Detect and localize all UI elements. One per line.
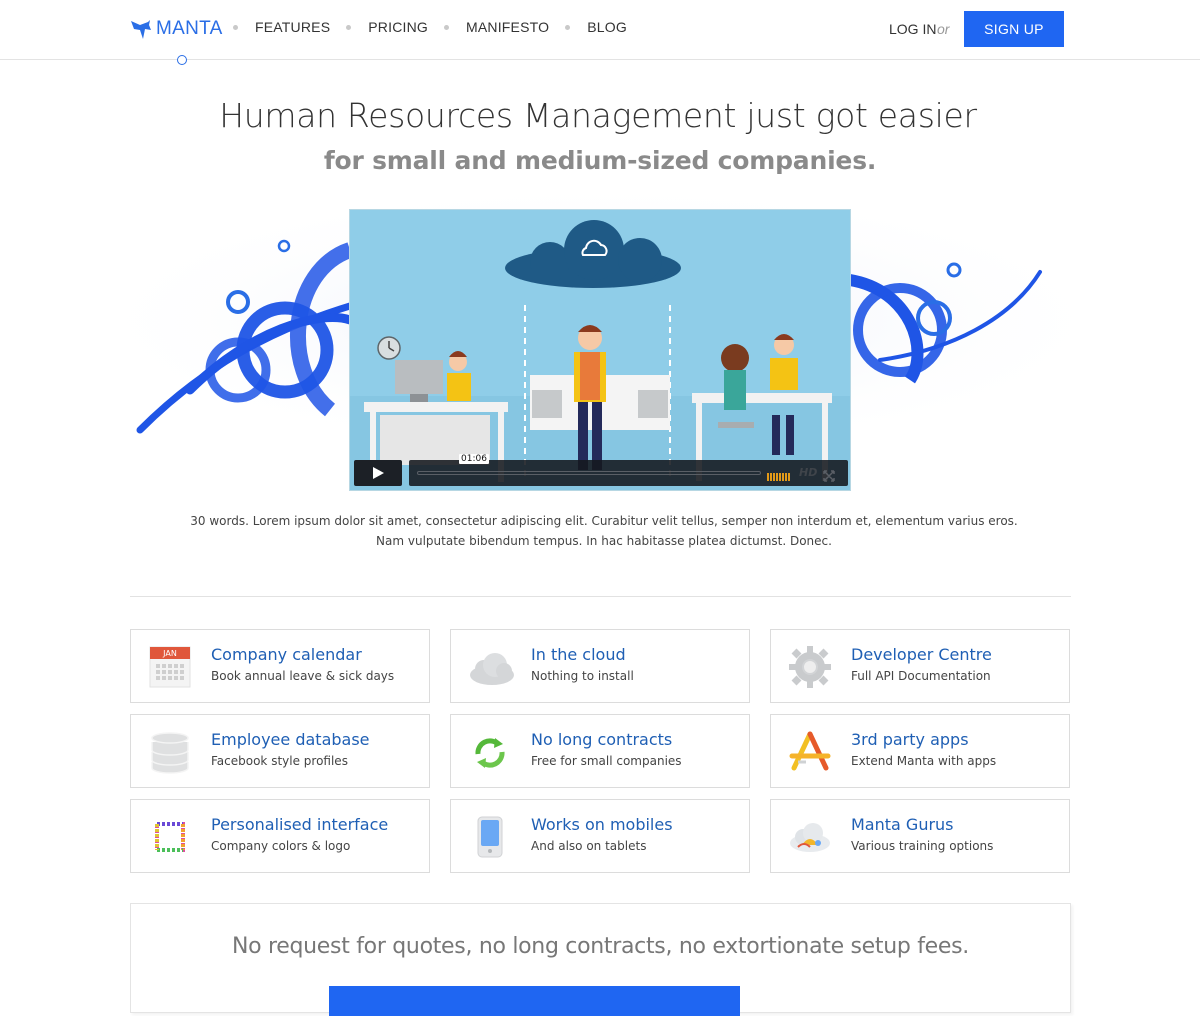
feature-card-no-long-contracts[interactable]: No long contracts Free for small compani… bbox=[450, 714, 750, 788]
feature-description: Company colors & logo bbox=[211, 839, 351, 853]
feature-card-manta-gurus[interactable]: Manta Gurus Various training options bbox=[770, 799, 1070, 873]
refresh-arrows-icon bbox=[468, 730, 512, 774]
calendar-icon: JAN bbox=[148, 645, 192, 689]
fullscreen-icon[interactable] bbox=[823, 467, 835, 486]
feature-title: Company calendar bbox=[211, 645, 362, 664]
calendar-icon-month: JAN bbox=[162, 649, 177, 658]
nav-separator bbox=[233, 24, 238, 30]
feature-title: Developer Centre bbox=[851, 645, 992, 664]
pricing-cta-button[interactable] bbox=[329, 986, 740, 1016]
hero-description-line-1: 30 words. Lorem ipsum dolor sit amet, co… bbox=[190, 514, 1018, 528]
feature-card-3rd-party-apps[interactable]: 3rd party apps Extend Manta with apps bbox=[770, 714, 1070, 788]
feature-description: Facebook style profiles bbox=[211, 754, 348, 768]
database-icon bbox=[148, 730, 192, 774]
feature-description: Free for small companies bbox=[531, 754, 682, 768]
video-controls: 01:06 HD bbox=[354, 454, 848, 486]
mobile-phone-icon bbox=[468, 815, 512, 859]
nav-item-features[interactable]: FEATURES bbox=[255, 19, 330, 35]
feature-description: And also on tablets bbox=[531, 839, 647, 853]
feature-card-employee-database[interactable]: Employee database Facebook style profile… bbox=[130, 714, 430, 788]
play-button[interactable] bbox=[354, 460, 402, 486]
app-store-icon bbox=[788, 730, 832, 774]
intro-video-player[interactable]: 01:06 HD bbox=[349, 209, 851, 491]
feature-description: Nothing to install bbox=[531, 669, 634, 683]
nav-separator bbox=[346, 24, 352, 30]
nav-item-manifesto[interactable]: MANIFESTO bbox=[466, 19, 549, 35]
hero-description-line-2: Nam vulputate bibendum tempus. In hac ha… bbox=[376, 534, 832, 548]
hero-description: 30 words. Lorem ipsum dolor sit amet, co… bbox=[0, 511, 1200, 551]
nav-item-blog[interactable]: BLOG bbox=[587, 19, 627, 35]
feature-title: Employee database bbox=[211, 730, 370, 749]
top-navigation-bar: MANTA FEATURES PRICING MANIFESTO BLOG LO… bbox=[0, 0, 1200, 60]
feature-title: Personalised interface bbox=[211, 815, 389, 834]
nav-separator bbox=[565, 24, 571, 30]
active-indicator-ring bbox=[177, 55, 187, 65]
manta-ray-icon bbox=[130, 18, 152, 40]
feature-description: Various training options bbox=[851, 839, 994, 853]
feature-description: Full API Documentation bbox=[851, 669, 991, 683]
signup-button[interactable]: SIGN UP bbox=[964, 11, 1064, 47]
brand-name: MANTA bbox=[156, 18, 223, 39]
brand-logo[interactable]: MANTA bbox=[130, 16, 223, 42]
feature-title: No long contracts bbox=[531, 730, 673, 749]
hero-subtitle: for small and medium-sized companies. bbox=[323, 146, 877, 175]
feature-description: Extend Manta with apps bbox=[851, 754, 997, 768]
feature-title: In the cloud bbox=[531, 645, 626, 664]
video-progress-bar: 01:06 HD bbox=[409, 454, 848, 486]
volume-icon[interactable] bbox=[767, 467, 793, 486]
feature-card-developer-centre[interactable]: Developer Centre Full API Documentation bbox=[770, 629, 1070, 703]
feature-card-company-calendar[interactable]: JAN Company calendar Book annual leave &… bbox=[130, 629, 430, 703]
feature-title: 3rd party apps bbox=[851, 730, 969, 749]
seek-track[interactable] bbox=[417, 471, 761, 475]
gear-icon bbox=[788, 645, 832, 689]
cloud-icon bbox=[468, 645, 514, 689]
or-separator: or bbox=[937, 21, 950, 37]
video-thumbnail bbox=[350, 210, 850, 490]
palette-frame-icon bbox=[148, 815, 192, 859]
feature-title: Manta Gurus bbox=[851, 815, 954, 834]
feature-description: Book annual leave & sick days bbox=[211, 669, 395, 683]
feature-title: Works on mobiles bbox=[531, 815, 673, 834]
pricing-callout: No request for quotes, no long contracts… bbox=[130, 903, 1071, 1016]
feature-card-personalised-interface[interactable]: Personalised interface Company colors & … bbox=[130, 799, 430, 873]
nav-item-pricing[interactable]: PRICING bbox=[368, 19, 428, 35]
training-cloud-icon bbox=[788, 815, 832, 859]
feature-card-in-the-cloud[interactable]: In the cloud Nothing to install bbox=[450, 629, 750, 703]
nav-separator bbox=[444, 24, 449, 30]
current-time: 01:06 bbox=[459, 454, 489, 464]
login-link[interactable]: LOG IN bbox=[889, 21, 936, 37]
hd-toggle[interactable]: HD bbox=[799, 466, 817, 479]
hero-title: Human Resources Management just got easi… bbox=[219, 96, 977, 135]
section-divider bbox=[130, 596, 1071, 597]
pricing-tagline: No request for quotes, no long contracts… bbox=[231, 934, 969, 959]
main-nav: FEATURES PRICING MANIFESTO BLOG bbox=[233, 19, 643, 35]
feature-card-works-on-mobiles[interactable]: Works on mobiles And also on tablets bbox=[450, 799, 750, 873]
